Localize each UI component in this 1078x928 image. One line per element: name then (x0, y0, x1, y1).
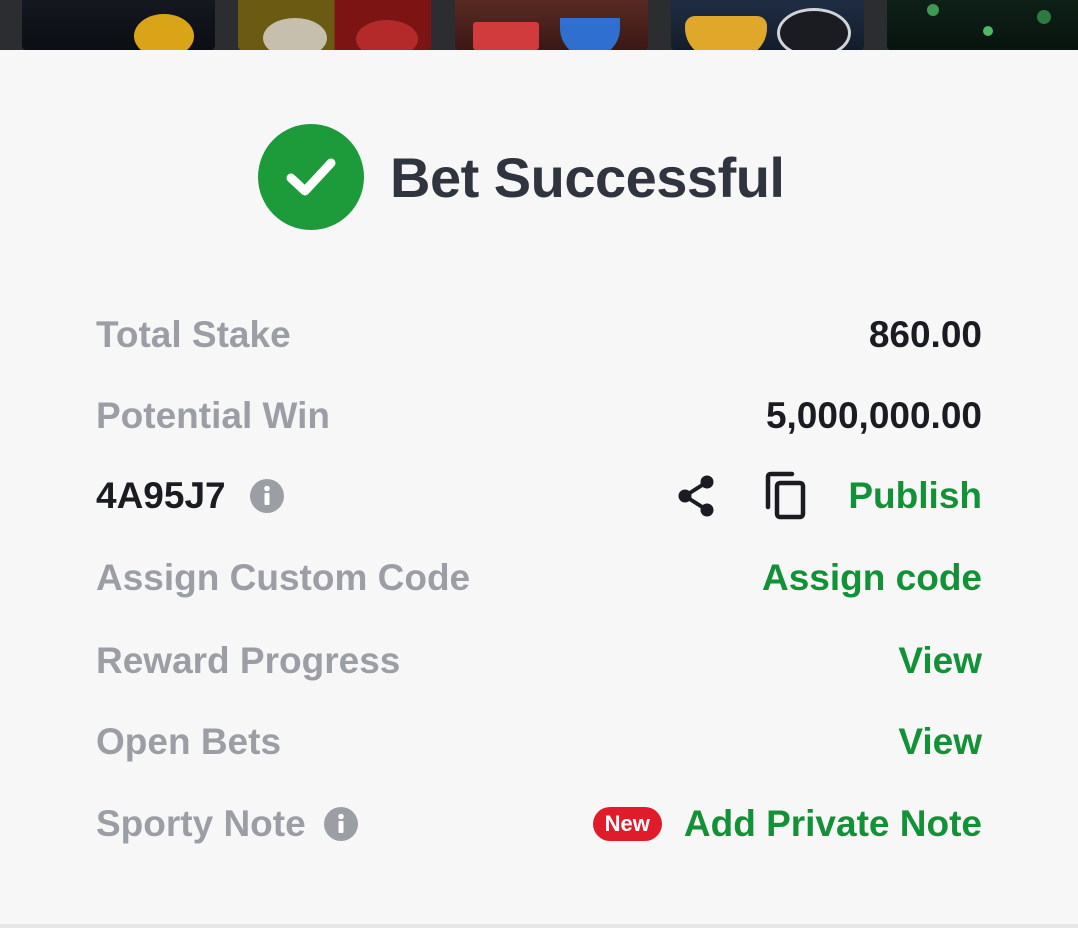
team-crest-icon (356, 20, 418, 50)
reward-progress-row: Reward Progress View (96, 631, 982, 691)
sporty-note-group: Sporty Note (96, 803, 358, 845)
sporty-note-row: Sporty Note New Add Private Note (96, 794, 982, 854)
assign-custom-code-label: Assign Custom Code (96, 557, 471, 598)
booking-code-row: 4A95J7 Publish (96, 466, 982, 526)
event-thumbnail-strip[interactable] (0, 0, 1078, 50)
total-stake-value: 860.00 (868, 314, 982, 355)
divider (0, 924, 1078, 928)
event-thumbnail[interactable] (671, 0, 864, 50)
info-icon[interactable] (249, 479, 284, 513)
assign-code-link[interactable]: Assign code (762, 557, 982, 599)
open-bets-row: Open Bets View (96, 712, 982, 772)
event-thumbnail[interactable] (238, 0, 431, 50)
private-note-action: New Add Private Note (592, 803, 982, 845)
team-crest-icon (134, 14, 194, 50)
total-stake-row: Total Stake 860.00 (96, 305, 982, 365)
team-crest-icon (560, 18, 620, 50)
success-header: Bet Successful (258, 124, 785, 230)
sporty-note-label: Sporty Note (96, 803, 306, 844)
team-crest-icon (263, 18, 327, 50)
booking-code-group: 4A95J7 (96, 475, 284, 517)
info-icon[interactable] (323, 807, 358, 841)
copy-icon[interactable] (762, 471, 808, 521)
check-circle-icon (258, 124, 364, 230)
potential-win-row: Potential Win 5,000,000.00 (96, 386, 982, 446)
booking-code-actions: Publish (674, 471, 982, 521)
reward-progress-view-link[interactable]: View (898, 640, 982, 682)
potential-win-label: Potential Win (96, 395, 330, 436)
publish-link[interactable]: Publish (848, 475, 982, 517)
bet-confirmation-screen: Bet Successful Total Stake 860.00 Potent… (0, 0, 1078, 928)
decor-dot-icon (1037, 10, 1051, 24)
checkmark-icon (286, 158, 336, 196)
decor-dot-icon (927, 4, 939, 16)
page-title: Bet Successful (390, 145, 785, 209)
open-bets-label: Open Bets (96, 721, 282, 762)
booking-code: 4A95J7 (96, 475, 226, 516)
share-icon[interactable] (674, 473, 718, 519)
event-thumbnail[interactable] (887, 0, 1078, 50)
team-crest-icon (685, 16, 767, 50)
event-thumbnail[interactable] (455, 0, 648, 50)
assign-custom-code-row: Assign Custom Code Assign code (96, 548, 982, 608)
total-stake-label: Total Stake (96, 314, 291, 355)
event-thumbnail[interactable] (22, 0, 215, 50)
new-badge: New (592, 807, 662, 841)
open-bets-view-link[interactable]: View (898, 721, 982, 763)
team-crest-icon (777, 8, 851, 50)
add-private-note-link[interactable]: Add Private Note (684, 803, 982, 845)
reward-progress-label: Reward Progress (96, 640, 401, 681)
team-crest-icon (473, 22, 539, 50)
decor-dot-icon (983, 26, 993, 36)
potential-win-value: 5,000,000.00 (765, 395, 982, 436)
